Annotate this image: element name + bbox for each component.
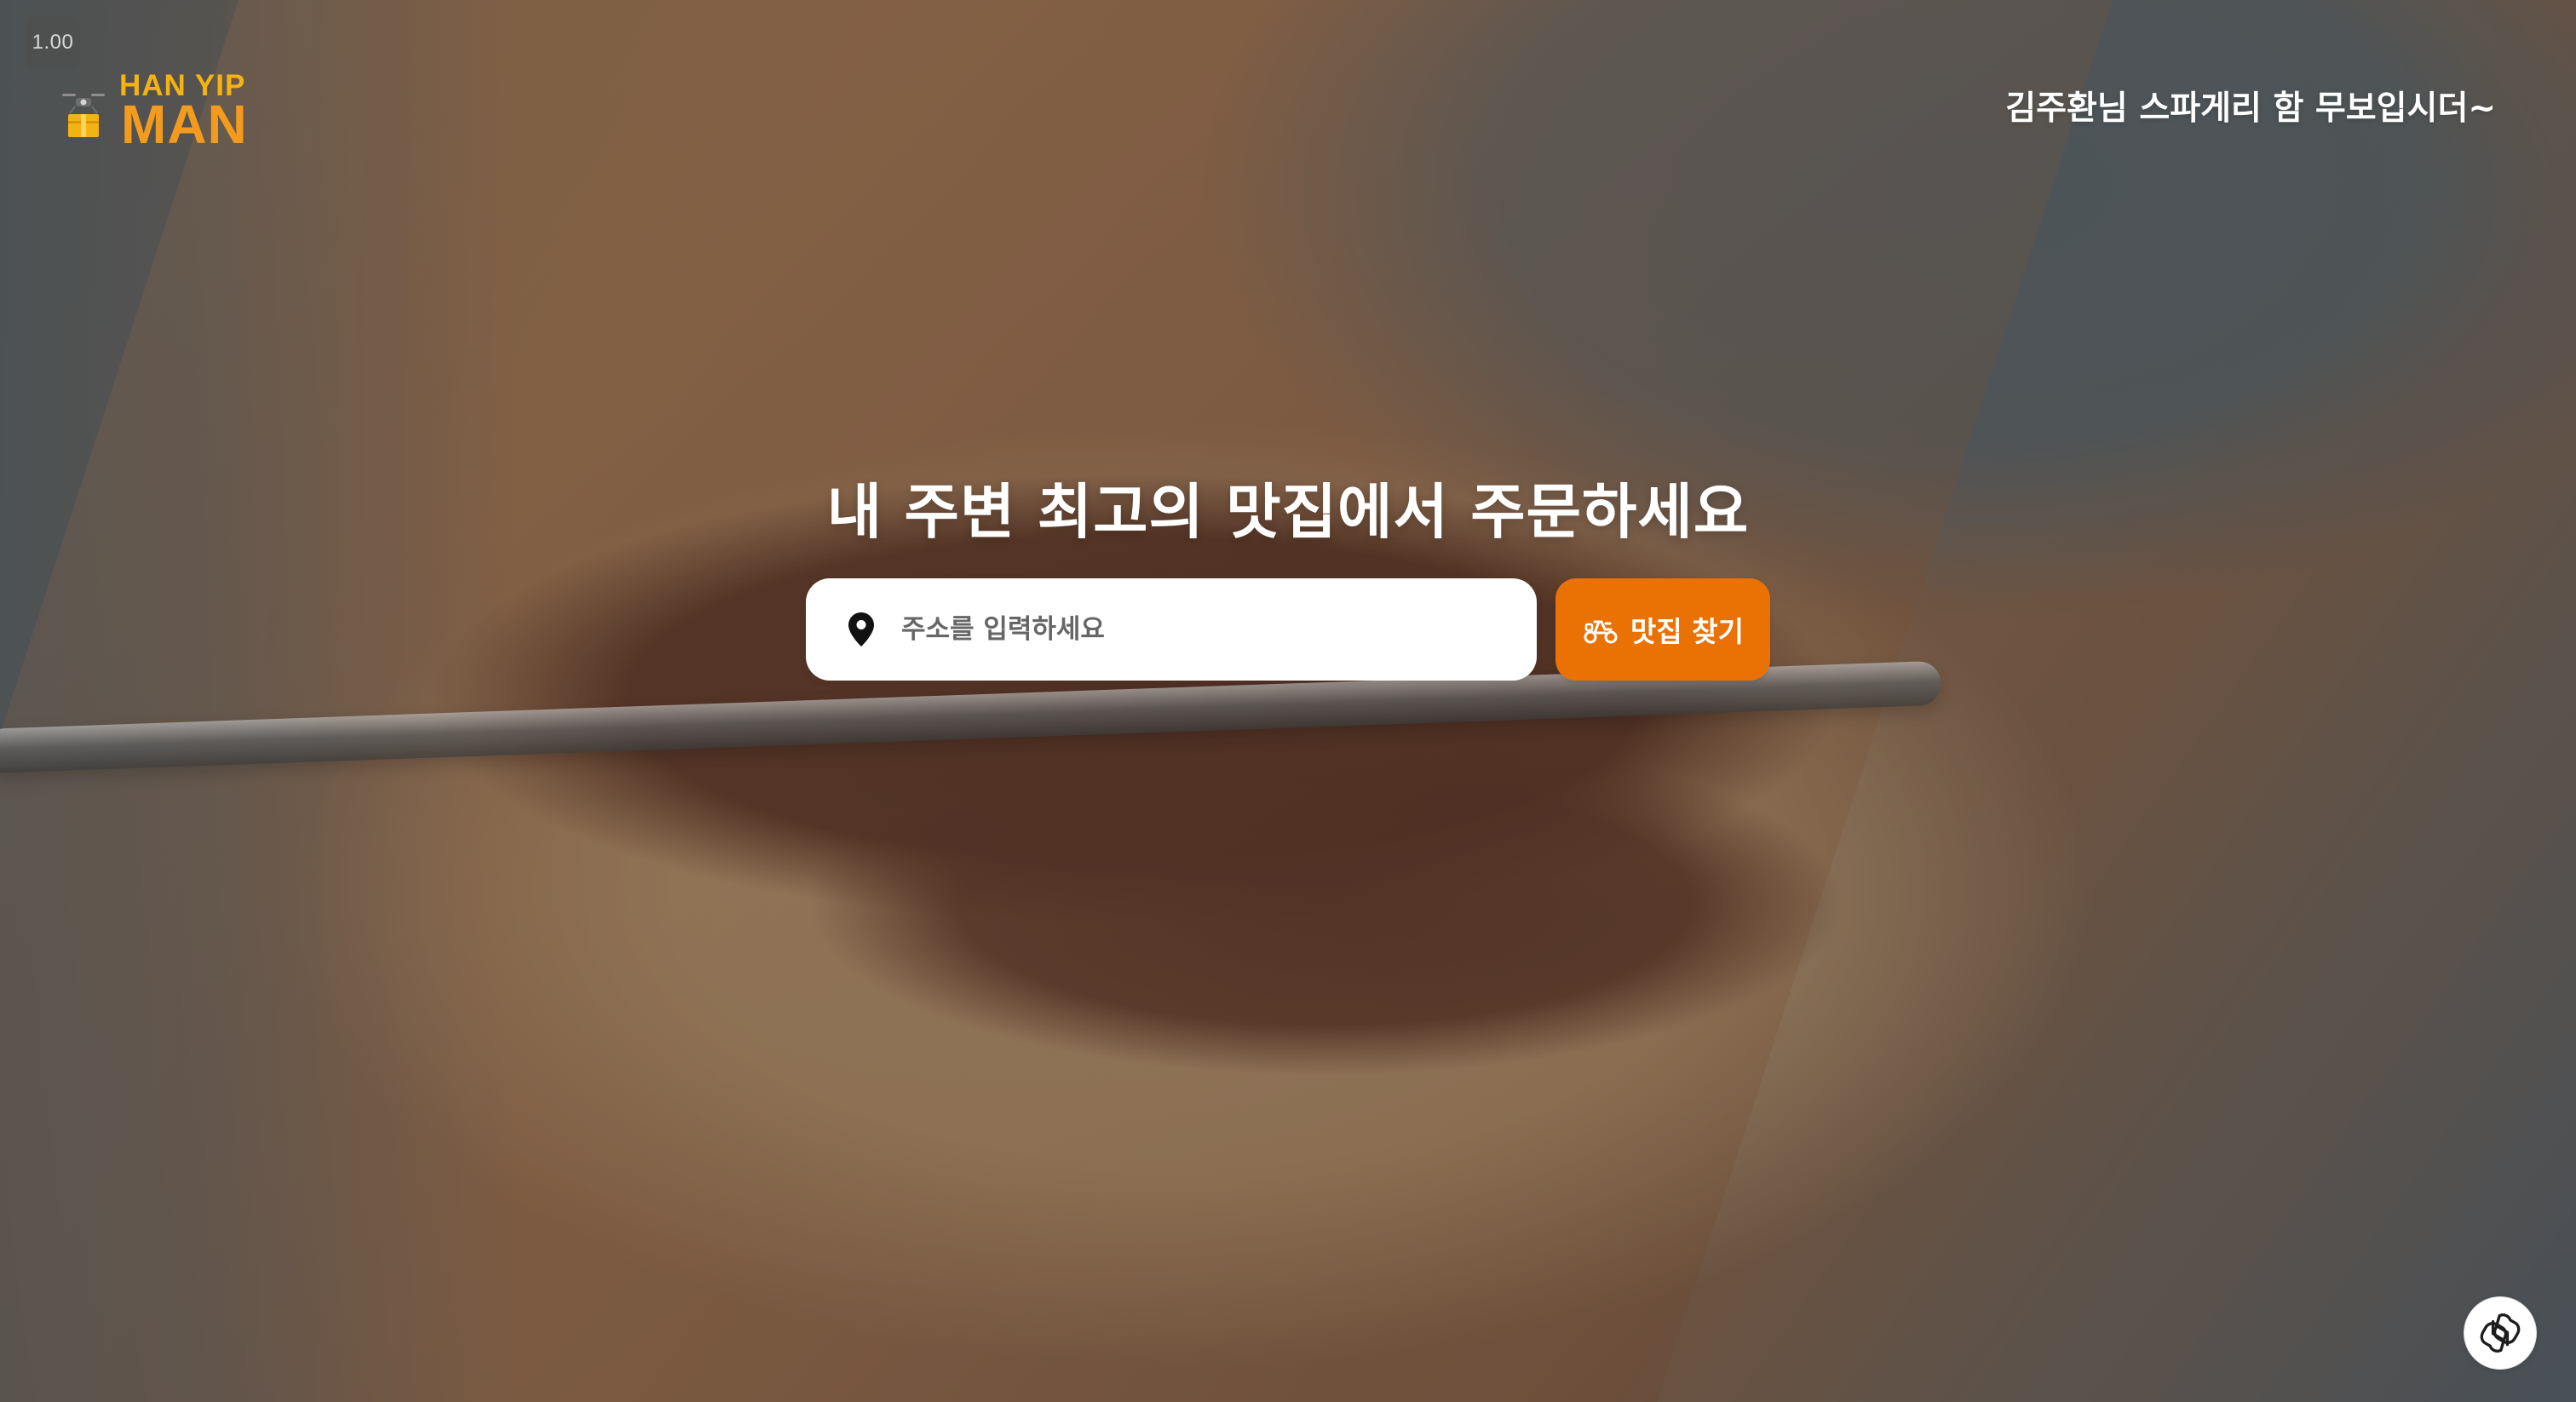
address-search-box[interactable] bbox=[806, 578, 1537, 681]
app-screen: 1.00 HAN YIP MAN 김주환님 스파게리 함 무보입시더~ 내 주변… bbox=[0, 0, 2576, 1402]
find-restaurants-label: 맛집 찾기 bbox=[1630, 615, 1744, 648]
user-greeting: 김주환님 스파게리 함 무보입시더~ bbox=[2005, 89, 2496, 128]
brand-logo[interactable]: HAN YIP MAN bbox=[58, 61, 271, 156]
scooter-icon bbox=[1582, 613, 1619, 646]
location-pin-icon bbox=[845, 611, 877, 648]
hero-title: 내 주변 최고의 맛집에서 주문하세요 bbox=[826, 476, 1750, 547]
openai-logo-icon bbox=[2480, 1313, 2521, 1353]
logo-text: HAN YIP MAN bbox=[119, 71, 248, 156]
find-restaurants-button[interactable]: 맛집 찾기 bbox=[1555, 578, 1770, 681]
drone-package-icon bbox=[62, 94, 105, 137]
assistant-button[interactable] bbox=[2464, 1296, 2537, 1370]
zoom-indicator: 1.00 bbox=[26, 17, 80, 68]
address-search-form: 맛집 찾기 bbox=[806, 578, 1770, 681]
background-overlay bbox=[0, 0, 2576, 1402]
logo-bottom-text: MAN bbox=[121, 94, 248, 156]
address-input[interactable] bbox=[901, 606, 1489, 653]
